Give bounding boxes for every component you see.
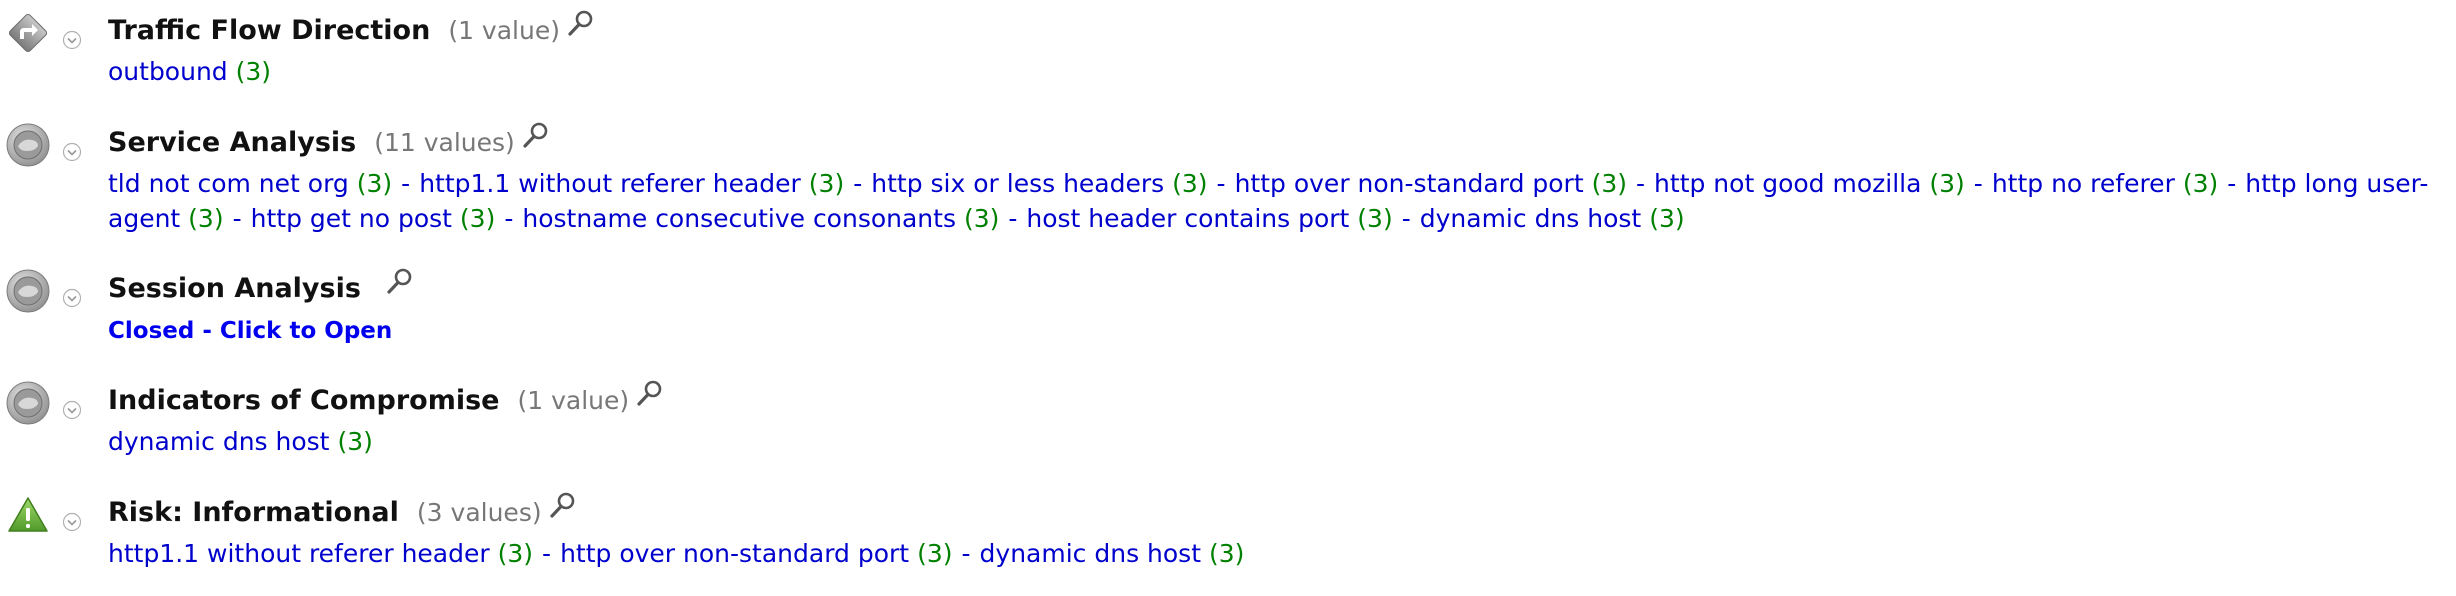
value-count-number: (3) <box>1929 169 1965 198</box>
value-link[interactable]: tld not com net org <box>108 169 349 198</box>
gray-badge-icon <box>6 123 50 167</box>
chevron-down-icon[interactable] <box>62 512 82 532</box>
separator: - <box>1401 204 1411 233</box>
warning-triangle-icon <box>8 497 48 532</box>
value-count-number: (3) <box>459 204 496 233</box>
values-list: http1.1 without referer header (3) - http … <box>108 536 2448 571</box>
separator: - <box>542 539 552 568</box>
value-link[interactable]: http not good mozilla <box>1654 169 1921 198</box>
magnifier-icon[interactable] <box>385 266 415 296</box>
separator: - <box>961 539 971 568</box>
values-list: dynamic dns host (3) <box>108 424 2448 459</box>
value-count: (11 values) <box>374 127 515 157</box>
separator: - <box>1973 169 1983 198</box>
section-title: Service Analysis <box>108 126 357 158</box>
arrow-diamond-icon <box>8 13 48 53</box>
values-list: Closed - Click to Open <box>108 312 2448 349</box>
value-link[interactable]: http over non-standard port <box>560 539 909 568</box>
section-risk-informational: Risk: Informational (3 values) http1.1 w… <box>0 490 2456 580</box>
separator: - <box>504 204 514 233</box>
value-count-number: (3) <box>808 169 845 198</box>
chevron-down-icon[interactable] <box>62 400 82 420</box>
magnifier-icon[interactable] <box>566 8 596 38</box>
gray-badge-icon <box>6 269 50 313</box>
section-service-analysis: Service Analysis (11 values) tld not com… <box>0 120 2456 248</box>
value-link[interactable]: dynamic dns host <box>1420 204 1641 233</box>
open-section-link[interactable]: Closed - Click to Open <box>108 318 392 344</box>
value-count-number: (3) <box>917 539 953 568</box>
value-count-number: (3) <box>337 427 373 456</box>
value-link[interactable]: host header contains port <box>1026 204 1349 233</box>
section-traffic-flow-direction: Traffic Flow Direction (1 value) outboun… <box>0 8 2456 98</box>
separator: - <box>232 204 242 233</box>
value-count: (3 values) <box>416 497 542 527</box>
chevron-down-icon[interactable] <box>62 142 82 162</box>
value-link[interactable]: http no referer <box>1992 169 2175 198</box>
value-link[interactable]: outbound <box>108 57 228 86</box>
value-count-number: (3) <box>1172 169 1208 198</box>
separator: - <box>853 169 863 198</box>
chevron-down-icon[interactable] <box>62 30 82 50</box>
value-link[interactable]: http get no post <box>251 204 452 233</box>
value-count-number: (3) <box>1591 169 1628 198</box>
value-link[interactable]: dynamic dns host <box>108 427 329 456</box>
value-count-number: (3) <box>497 539 534 568</box>
separator: - <box>1216 169 1226 198</box>
value-link[interactable]: dynamic dns host <box>980 539 1201 568</box>
value-link[interactable]: http over non-standard port <box>1235 169 1584 198</box>
magnifier-icon[interactable] <box>635 378 665 408</box>
separator: - <box>1008 204 1018 233</box>
section-title: Indicators of Compromise <box>108 384 500 416</box>
section-title: Session Analysis <box>108 272 361 304</box>
value-link[interactable]: http six or less headers <box>871 169 1164 198</box>
values-list: outbound (3) <box>108 54 2448 89</box>
value-count-number: (3) <box>235 57 272 86</box>
value-count-number: (3) <box>963 204 1000 233</box>
chevron-down-icon[interactable] <box>62 288 82 308</box>
gray-badge-icon <box>6 381 50 425</box>
separator: - <box>1636 169 1646 198</box>
value-count-number: (3) <box>1649 204 1685 233</box>
separator: - <box>2227 169 2237 198</box>
value-count: (1 value) <box>517 385 630 415</box>
value-count-number: (3) <box>1208 539 1245 568</box>
value-count-number: (3) <box>2182 169 2219 198</box>
magnifier-icon[interactable] <box>548 490 578 520</box>
value-link[interactable]: http1.1 without referer header <box>108 539 490 568</box>
section-title: Traffic Flow Direction <box>108 14 431 46</box>
value-count-number: (3) <box>1357 204 1393 233</box>
magnifier-icon[interactable] <box>521 120 551 150</box>
value-count: (1 value) <box>448 15 560 45</box>
separator: - <box>401 169 411 198</box>
section-session-analysis: Session Analysis Closed - Click to Open <box>0 266 2456 356</box>
value-link[interactable]: http1.1 without referer header <box>419 169 801 198</box>
value-count-number: (3) <box>188 204 224 233</box>
section-indicators-of-compromise: Indicators of Compromise (1 value) dynam… <box>0 378 2456 468</box>
value-count-number: (3) <box>356 169 393 198</box>
section-title: Risk: Informational <box>108 496 399 528</box>
values-list: tld not com net org (3) - http1.1 without … <box>108 166 2448 236</box>
value-link[interactable]: hostname consecutive consonants <box>522 204 956 233</box>
